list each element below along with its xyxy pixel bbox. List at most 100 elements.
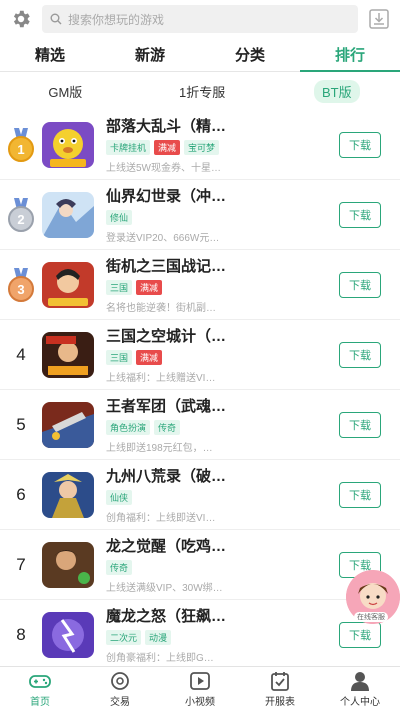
- nav-video[interactable]: 小视频: [160, 667, 240, 711]
- rank-cell: 2: [0, 197, 42, 232]
- game-row[interactable]: 8 魔龙之怒（狂飙… 二次元 动漫 创角豪福利：上线即G… 下载: [0, 600, 400, 670]
- game-info: 街机之三国战记… 三国 满减 名将也能逆袭！街机副…: [106, 255, 325, 314]
- game-description: 上线送5W现金券、十星…: [106, 163, 221, 174]
- game-row[interactable]: 1 部落大乱斗（精… 卡牌挂机 满减 宝可梦 上线送5W现金券、十星… 下载: [0, 110, 400, 180]
- game-tags: 修仙: [106, 210, 325, 225]
- nav-home-label: 首页: [30, 696, 50, 708]
- tab-new-games[interactable]: 新游: [100, 38, 200, 71]
- tag-discount: 满减: [136, 280, 163, 295]
- game-row[interactable]: 7 龙之觉醒（吃鸡… 传奇 上线送满级VIP、30W绑… 下载: [0, 530, 400, 600]
- gold-medal-icon: 1: [8, 127, 34, 162]
- game-tags: 三国 满减: [106, 350, 325, 365]
- tag: 三国: [106, 280, 133, 295]
- rank-number: 8: [16, 624, 26, 644]
- download-button[interactable]: 下载: [339, 341, 381, 368]
- video-icon: [190, 671, 210, 690]
- game-description: 名将也能逆袭！街机副…: [106, 303, 216, 314]
- tag: 仙侠: [106, 490, 133, 505]
- game-row[interactable]: 2 仙界幻世录（冲… 修仙 登录送VIP20、666W元… 下载: [0, 180, 400, 250]
- top-bar: 搜索你想玩的游戏: [0, 0, 400, 38]
- rank-cell: 1: [0, 127, 42, 162]
- download-button[interactable]: 下载: [339, 621, 381, 648]
- game-thumbnail: [42, 401, 94, 448]
- game-description: 上线福利：上线赠送VI…: [106, 373, 216, 384]
- nav-profile-label: 个人中心: [340, 696, 380, 708]
- nav-server-list[interactable]: 开服表: [240, 667, 320, 711]
- bronze-medal-icon: 3: [8, 267, 34, 302]
- rank-number: 1: [17, 142, 24, 157]
- game-thumbnail: [42, 261, 94, 308]
- game-title: 龙之觉醒（吃鸡…: [106, 538, 227, 555]
- game-tags: 卡牌挂机 满减 宝可梦: [106, 140, 325, 155]
- download-button[interactable]: 下载: [339, 271, 381, 298]
- sub-tabs: GM版 1折专服 BT版: [0, 72, 400, 110]
- search-placeholder: 搜索你想玩的游戏: [68, 12, 165, 27]
- game-tags: 仙侠: [106, 490, 325, 505]
- gamepad-icon: [29, 674, 51, 688]
- game-title: 仙界幻世录（冲…: [106, 188, 227, 205]
- game-title: 魔龙之怒（狂飙…: [106, 608, 227, 625]
- game-title: 王者军团（武魂…: [106, 398, 227, 415]
- main-tabs: 精选 新游 分类 排行: [0, 38, 400, 72]
- tag-discount: 满减: [136, 350, 163, 365]
- rank-cell: 3: [0, 267, 42, 302]
- customer-service-label[interactable]: 在线客服: [354, 612, 388, 622]
- user-icon: [351, 671, 369, 691]
- nav-video-label: 小视频: [185, 696, 215, 708]
- game-thumbnail: [42, 541, 94, 588]
- rank-number: 2: [17, 212, 24, 227]
- game-info: 部落大乱斗（精… 卡牌挂机 满减 宝可梦 上线送5W现金券、十星…: [106, 115, 325, 174]
- tag-discount: 满减: [154, 140, 181, 155]
- nav-profile[interactable]: 个人中心: [320, 667, 400, 711]
- subtab-bt[interactable]: BT版: [313, 79, 360, 103]
- game-title: 部落大乱斗（精…: [106, 118, 227, 135]
- download-button[interactable]: 下载: [339, 131, 381, 158]
- game-thumbnail: [42, 611, 94, 658]
- game-description: 登录送VIP20、666W元…: [106, 233, 220, 244]
- rank-number: 5: [16, 414, 26, 434]
- tag: 传奇: [154, 420, 181, 435]
- tag: 卡牌挂机: [106, 140, 151, 155]
- tab-rankings[interactable]: 排行: [300, 38, 400, 72]
- nav-server-list-label: 开服表: [265, 696, 295, 708]
- game-thumbnail: [42, 331, 94, 378]
- download-button[interactable]: 下载: [339, 411, 381, 438]
- rank-number: 7: [16, 554, 26, 574]
- game-row[interactable]: 5 王者军团（武魂… 角色扮演 传奇 上线即送198元红包，… 下载: [0, 390, 400, 460]
- game-thumbnail: [42, 191, 94, 238]
- tab-featured[interactable]: 精选: [0, 38, 100, 71]
- game-rank-list: 1 部落大乱斗（精… 卡牌挂机 满减 宝可梦 上线送5W现金券、十星… 下载 2…: [0, 110, 400, 670]
- game-description: 创角豪福利：上线即G…: [106, 653, 214, 664]
- tag: 宝可梦: [184, 140, 220, 155]
- game-info: 魔龙之怒（狂飙… 二次元 动漫 创角豪福利：上线即G…: [106, 605, 325, 664]
- search-input[interactable]: 搜索你想玩的游戏: [42, 5, 358, 33]
- game-row[interactable]: 4 三国之空城计（… 三国 满减 上线福利：上线赠送VI… 下载: [0, 320, 400, 390]
- nav-home[interactable]: 首页: [0, 667, 80, 711]
- game-description: 上线即送198元红包，…: [106, 443, 213, 454]
- silver-medal-icon: 2: [8, 197, 34, 232]
- game-info: 仙界幻世录（冲… 修仙 登录送VIP20、666W元…: [106, 185, 325, 244]
- game-title: 三国之空城计（…: [106, 328, 227, 345]
- tab-categories[interactable]: 分类: [200, 38, 300, 71]
- download-manager-icon[interactable]: [368, 8, 390, 30]
- game-title: 街机之三国战记…: [106, 258, 227, 275]
- settings-gear-icon[interactable]: [10, 8, 32, 30]
- game-description: 创角福利：上线即送VI…: [106, 513, 216, 524]
- subtab-gm[interactable]: GM版: [40, 80, 90, 103]
- game-info: 王者军团（武魂… 角色扮演 传奇 上线即送198元红包，…: [106, 395, 325, 454]
- game-row[interactable]: 6 九州八荒录（破… 仙侠 创角福利：上线即送VI… 下载: [0, 460, 400, 530]
- tag: 动漫: [145, 630, 172, 645]
- rank-number: 4: [16, 344, 26, 364]
- subtab-discount[interactable]: 1折专服: [171, 80, 233, 103]
- trade-icon: [111, 671, 129, 690]
- download-button[interactable]: 下载: [339, 201, 381, 228]
- game-tags: 角色扮演 传奇: [106, 420, 325, 435]
- tag: 传奇: [106, 560, 133, 575]
- tag: 二次元: [106, 630, 142, 645]
- game-row[interactable]: 3 街机之三国战记… 三国 满减 名将也能逆袭！街机副… 下载: [0, 250, 400, 320]
- rank-number: 6: [16, 484, 26, 504]
- download-button[interactable]: 下载: [339, 481, 381, 508]
- game-info: 三国之空城计（… 三国 满减 上线福利：上线赠送VI…: [106, 325, 325, 384]
- nav-trade[interactable]: 交易: [80, 667, 160, 711]
- game-info: 龙之觉醒（吃鸡… 传奇 上线送满级VIP、30W绑…: [106, 535, 325, 594]
